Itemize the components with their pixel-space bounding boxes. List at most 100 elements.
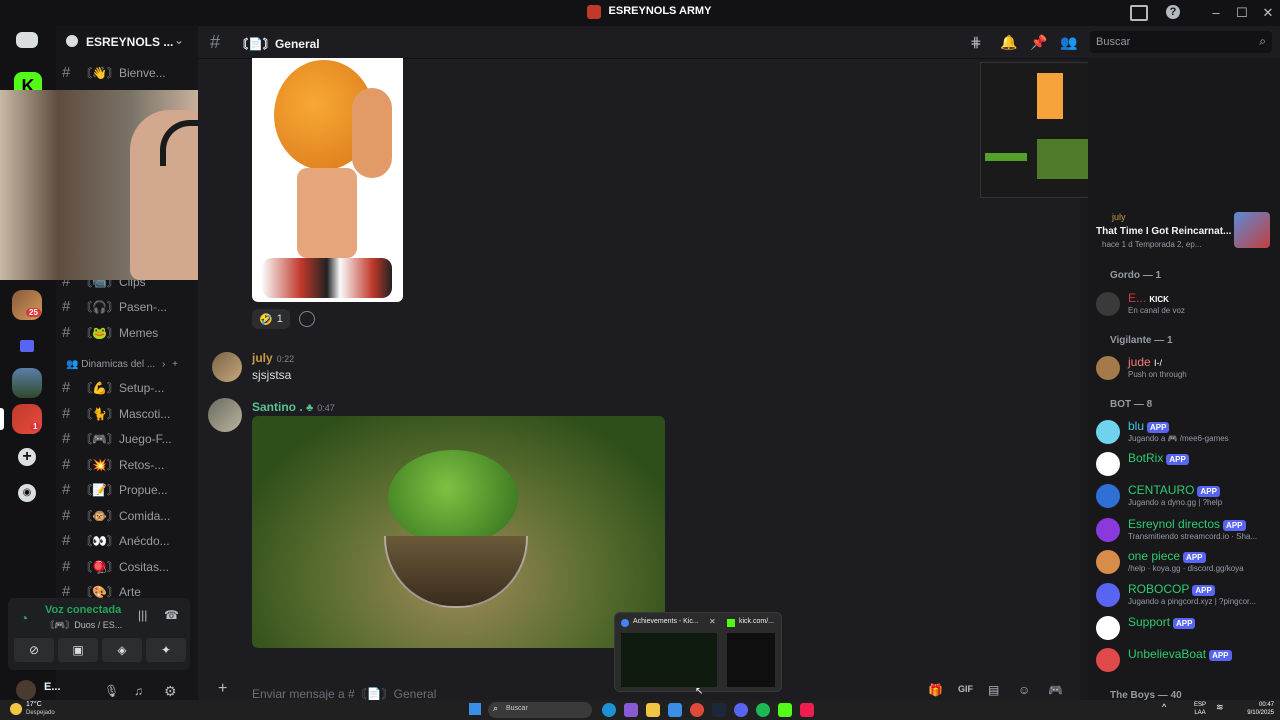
avatar[interactable] bbox=[208, 398, 242, 432]
clock[interactable]: 00:47 9/10/2025 bbox=[1240, 701, 1274, 717]
pin-icon[interactable]: 📌 bbox=[1030, 34, 1047, 51]
gift-icon[interactable]: 🎁 bbox=[928, 683, 943, 697]
network-icon[interactable]: ≋ bbox=[1216, 702, 1224, 713]
member-tag: I-/ bbox=[1154, 358, 1163, 368]
message-timestamp: 0:22 bbox=[276, 354, 295, 364]
server-icon[interactable] bbox=[12, 368, 42, 398]
add-server-icon[interactable]: + bbox=[18, 448, 36, 466]
preview-tab-kick[interactable]: kick.com/... bbox=[725, 617, 777, 687]
disconnect-icon[interactable]: ☎ bbox=[164, 608, 179, 622]
camera-off-button[interactable]: ⊘ bbox=[14, 638, 54, 662]
add-reaction-icon[interactable] bbox=[299, 311, 315, 327]
add-channel-icon[interactable]: + bbox=[172, 359, 178, 370]
member-status: Jugando a 🎮 /mee6-games bbox=[1128, 434, 1229, 443]
copilot-icon[interactable] bbox=[624, 703, 638, 717]
member-row[interactable]: BotRix APP bbox=[1094, 448, 1274, 480]
spotify-icon[interactable] bbox=[756, 703, 770, 717]
search-input[interactable]: Buscar ⌕ bbox=[1090, 31, 1272, 53]
chat-header: # 〘📄〙General ⋕ 🔔 📌 👥 Buscar ⌕ bbox=[198, 26, 1280, 59]
chrome-icon[interactable] bbox=[690, 703, 704, 717]
taskbar-search[interactable]: ⌕ Buscar bbox=[488, 702, 592, 718]
channel-item[interactable]: # 〘🪀〙Cositas... bbox=[62, 556, 192, 576]
attach-icon[interactable]: + bbox=[218, 680, 227, 698]
channel-item[interactable]: # 〘📝〙Propue... bbox=[62, 479, 192, 499]
discord-home-icon[interactable] bbox=[16, 32, 38, 48]
member-status: /help · koya.gg · discord.gg/koya bbox=[1128, 564, 1244, 573]
screen-share-button[interactable]: ▣ bbox=[58, 638, 98, 662]
member-row[interactable]: UnbelievaBoat APP bbox=[1094, 644, 1274, 676]
member-row[interactable]: one piece APP/help · koya.gg · discord.gg… bbox=[1094, 546, 1274, 578]
help-icon[interactable]: ? bbox=[1166, 5, 1180, 19]
member-row[interactable]: ROBOCOP APP Jugando a pingcord.xyz | ?ping… bbox=[1094, 579, 1274, 611]
voice-channel[interactable]: 〘🎮〙Duos / ES... bbox=[45, 618, 122, 631]
minimize-button[interactable]: – bbox=[1206, 4, 1226, 22]
apps-icon[interactable]: 🎮 bbox=[1048, 683, 1063, 697]
kick-icon[interactable] bbox=[778, 703, 792, 717]
hash-icon: # bbox=[62, 557, 71, 575]
member-row[interactable]: CENTAURO APP Jugando a dyno.gg | ?help bbox=[1094, 480, 1274, 512]
channel-item[interactable]: # 〘🐈〙Mascoti... bbox=[62, 403, 192, 423]
member-row[interactable]: Support APP bbox=[1094, 612, 1274, 644]
app-badge: APP bbox=[1192, 585, 1215, 596]
store-icon[interactable] bbox=[668, 703, 682, 717]
steam-icon[interactable] bbox=[712, 703, 726, 717]
threads-icon[interactable]: ⋕ bbox=[970, 34, 982, 51]
hash-icon: # bbox=[62, 531, 71, 549]
discover-icon[interactable]: ◉ bbox=[18, 484, 36, 502]
lang-indicator[interactable]: ESP LAA bbox=[1194, 701, 1206, 717]
channel-label: 〘🎮〙Juego-F... bbox=[80, 431, 172, 446]
tiktok-icon[interactable] bbox=[800, 703, 814, 717]
gif-icon[interactable]: GIF bbox=[958, 684, 973, 694]
noise-icon[interactable]: ||| bbox=[138, 608, 147, 622]
channel-item[interactable]: # 〘👀〙Anécdo... bbox=[62, 530, 192, 550]
member-name: one piece APP bbox=[1128, 549, 1206, 563]
discord-icon[interactable] bbox=[734, 703, 748, 717]
orange-legs bbox=[297, 168, 357, 258]
close-icon[interactable]: ✕ bbox=[709, 617, 716, 626]
emoji-icon[interactable]: ☺ bbox=[1018, 683, 1030, 697]
tree-canopy bbox=[388, 450, 518, 545]
channel-item[interactable]: # 〘👋〙Bienve... bbox=[62, 62, 192, 82]
member-row[interactable]: blu APP Jugando a 🎮 /mee6-games bbox=[1094, 416, 1274, 448]
channel-item[interactable]: # 〘🐵〙Comida... bbox=[62, 505, 192, 525]
member-status: Jugando a dyno.gg | ?help bbox=[1128, 498, 1223, 507]
edge-icon[interactable] bbox=[602, 703, 616, 717]
headset-icon[interactable]: ♫ bbox=[134, 684, 143, 698]
channel-item[interactable]: # 〘🎧〙Pasen-... bbox=[62, 296, 192, 316]
channel-item[interactable]: # 〘💥〙Retos-... bbox=[62, 454, 192, 474]
folder-icon[interactable] bbox=[20, 340, 34, 352]
activity-button[interactable]: ◈ bbox=[102, 638, 142, 662]
maximize-button[interactable]: ☐ bbox=[1232, 4, 1252, 22]
preview-tab-achievements[interactable]: Achievements - Kic... ✕ bbox=[619, 617, 719, 687]
avatar[interactable] bbox=[212, 352, 242, 382]
close-button[interactable]: ✕ bbox=[1258, 4, 1278, 22]
channel-item[interactable]: # 〘💪〙Setup-... bbox=[62, 377, 192, 397]
taskbar-search-text: Buscar bbox=[506, 705, 528, 712]
message-author[interactable]: Santino . bbox=[252, 400, 303, 414]
reaction-pill[interactable]: 🤣 1 bbox=[252, 309, 290, 329]
message-author[interactable]: july bbox=[252, 351, 273, 365]
channel-item[interactable]: # 〘🎮〙Juego-F... bbox=[62, 428, 192, 448]
channel-item[interactable]: # 〘🐸〙Memes bbox=[62, 322, 192, 342]
inbox-icon[interactable] bbox=[1130, 5, 1148, 21]
server-header[interactable]: ESREYNOLS ... ⌄ bbox=[56, 26, 198, 58]
member-row[interactable]: jude I-/ Push on through bbox=[1094, 352, 1274, 384]
soundboard-button[interactable]: ✦ bbox=[146, 638, 186, 662]
mic-icon[interactable]: 🎙 bbox=[104, 684, 119, 698]
file-explorer-icon[interactable] bbox=[646, 703, 660, 717]
activity-card[interactable]: july That Time I Got Reincarnat... hace … bbox=[1094, 210, 1274, 252]
category-header[interactable]: 👥 Dinamicas del ... › + bbox=[66, 359, 188, 370]
message-image-orange[interactable] bbox=[252, 58, 403, 302]
message-image-tree[interactable] bbox=[252, 416, 665, 648]
bell-icon[interactable]: 🔔 bbox=[1000, 34, 1017, 51]
settings-gear-icon[interactable]: ⚙ bbox=[164, 683, 177, 700]
user-avatar[interactable] bbox=[16, 680, 36, 700]
hash-icon: # bbox=[62, 429, 71, 447]
sticker-icon[interactable]: ▤ bbox=[988, 683, 999, 697]
member-row[interactable]: Esreynol directos APP Transmitiendo stream… bbox=[1094, 514, 1274, 546]
members-icon[interactable]: 👥 bbox=[1060, 34, 1077, 51]
start-icon[interactable] bbox=[469, 703, 481, 715]
tray-chevron-icon[interactable]: ^ bbox=[1162, 702, 1166, 712]
member-row[interactable]: E... KICK En canal de voz bbox=[1094, 288, 1274, 320]
taskbar: 17°C Despejado ⌕ Buscar ^ ESP LAA ≋ 00:47… bbox=[0, 700, 1280, 720]
